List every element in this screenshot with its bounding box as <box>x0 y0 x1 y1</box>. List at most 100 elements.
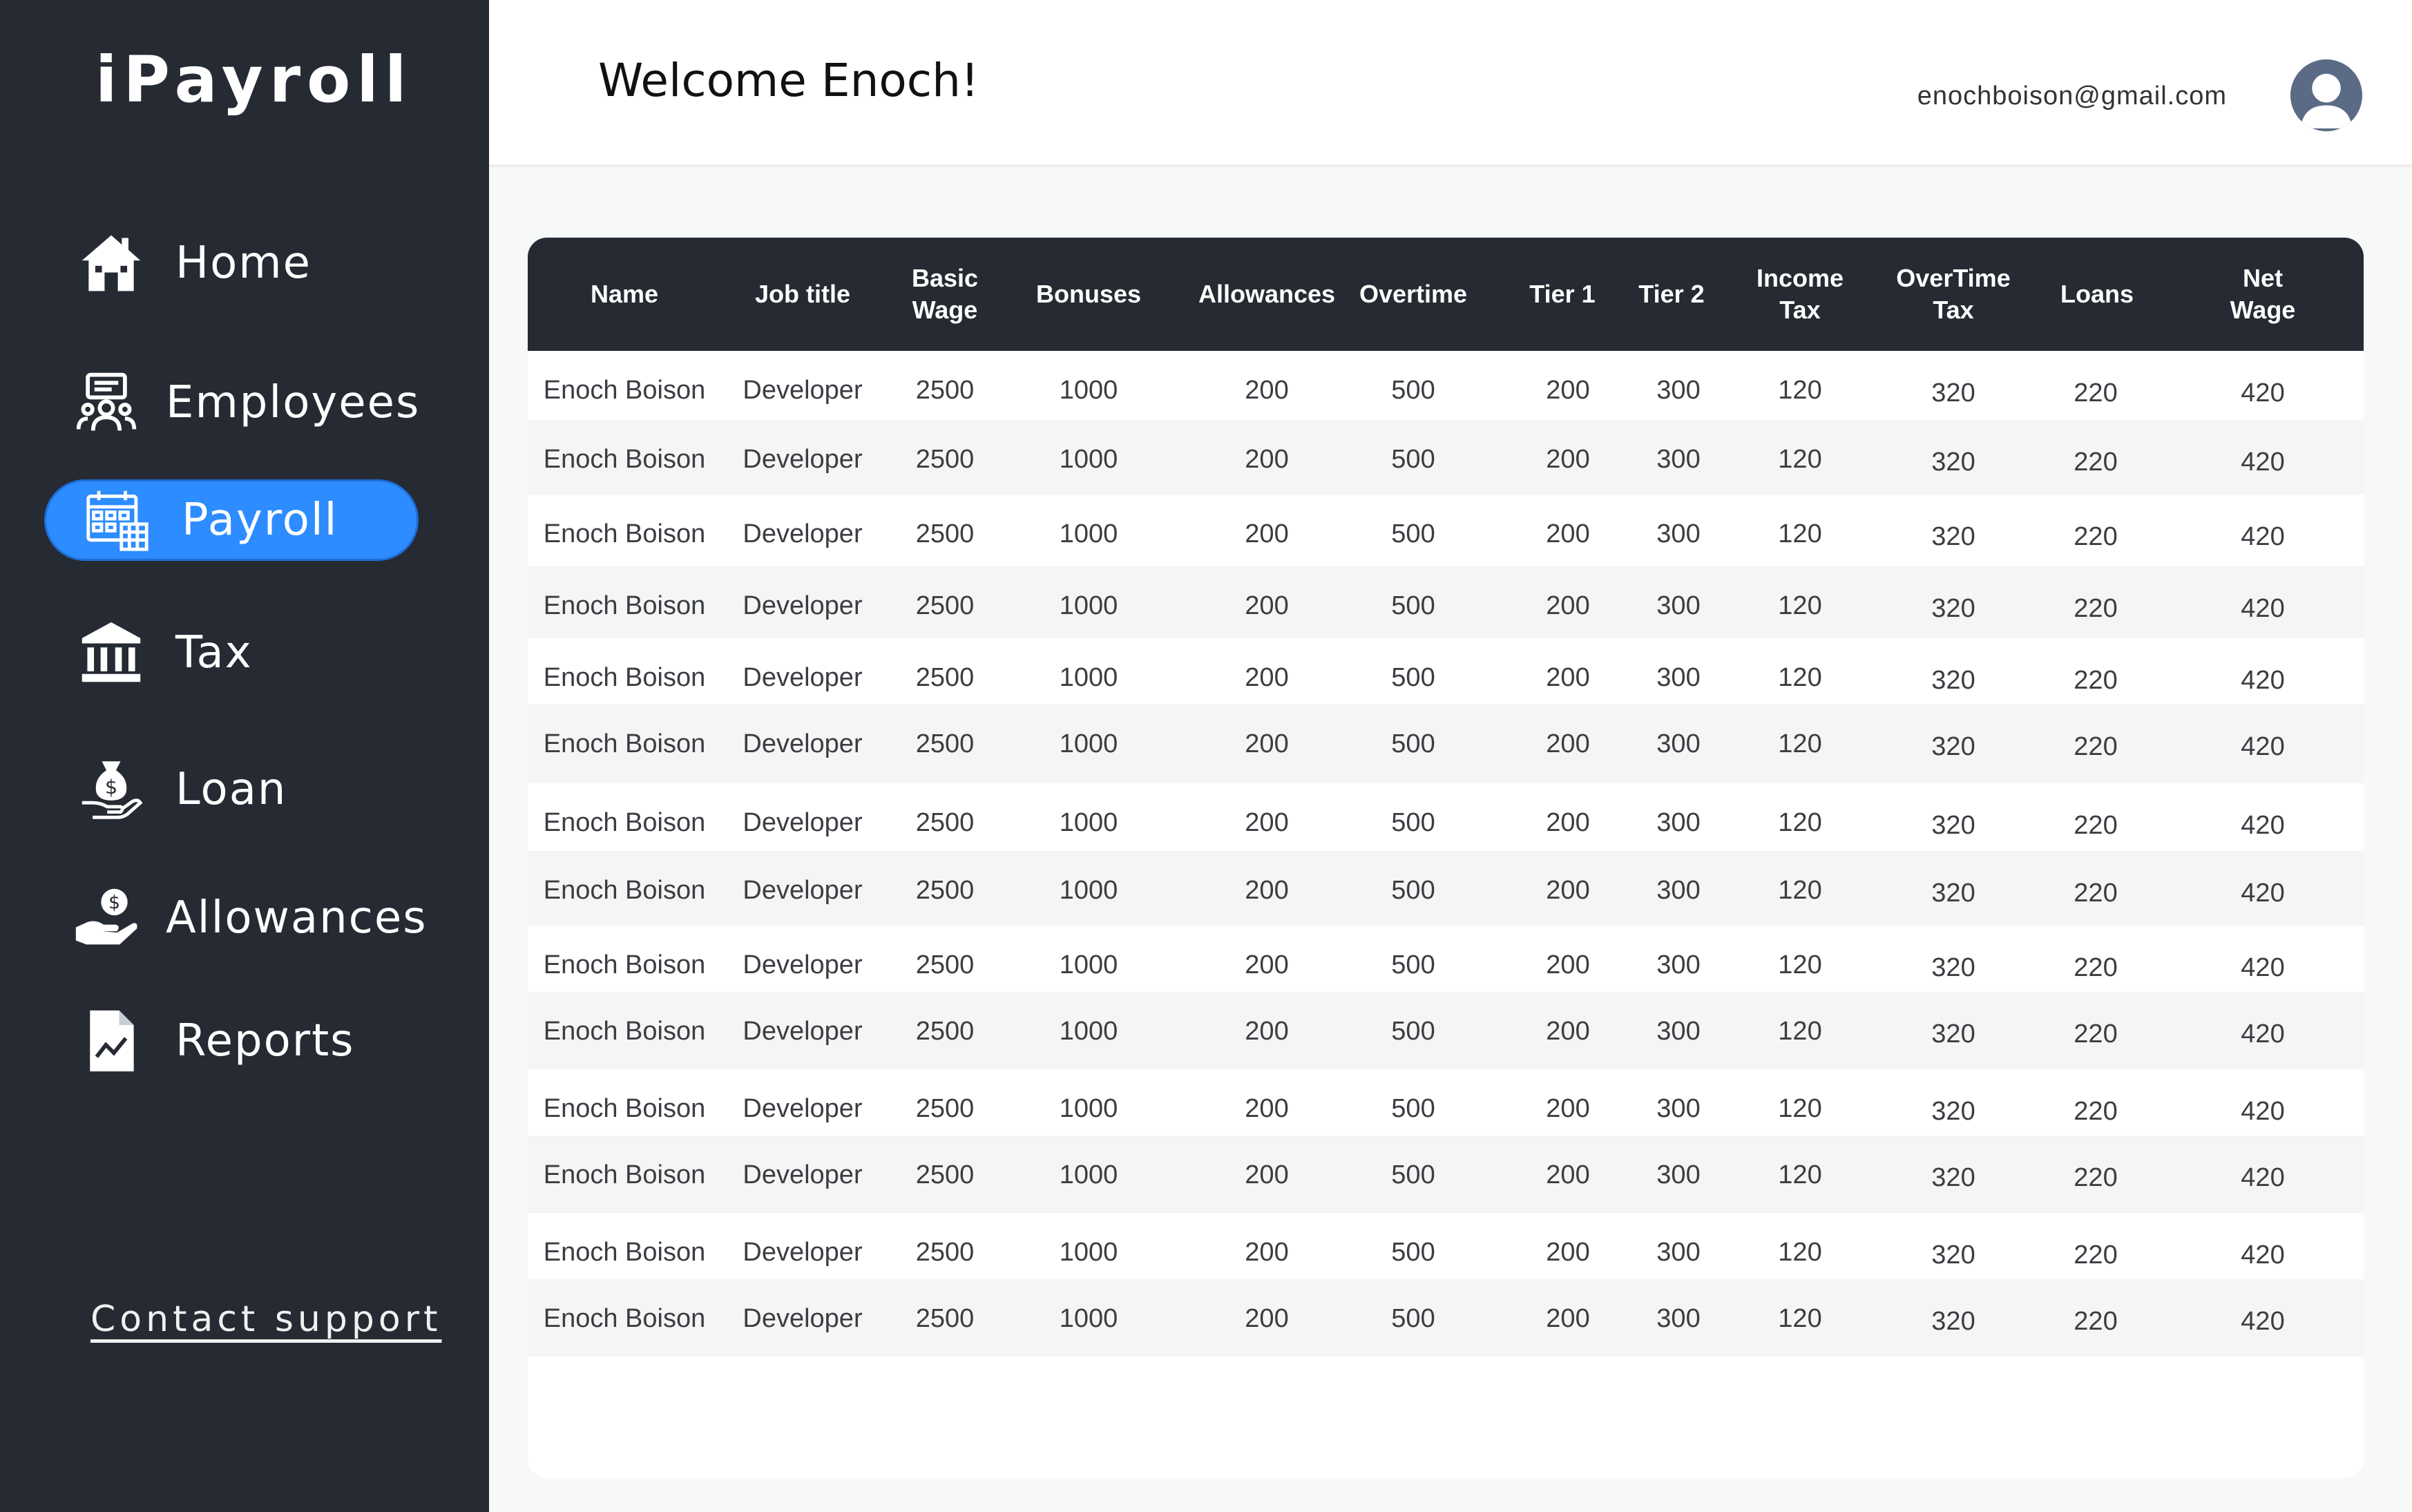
cell-basic-wage: 2500 <box>915 1238 975 1267</box>
cell-overtime: 500 <box>1391 1094 1435 1123</box>
table-row[interactable]: Enoch Boison Developer 2500 1000 200 500 200 30… <box>528 1136 2364 1213</box>
column-header-allowances: Allowances <box>1198 280 1336 308</box>
cell-loans: 220 <box>2074 811 2118 840</box>
cell-allowances: 200 <box>1245 519 1289 548</box>
cell-tier-1: 200 <box>1546 1017 1590 1046</box>
cell-tier-2: 300 <box>1656 591 1701 620</box>
cell-net-wage: 420 <box>2241 1307 2285 1336</box>
column-header-tier-2: Tier 2 <box>1638 280 1705 308</box>
table-row[interactable]: Enoch Boison Developer 2500 1000 200 500 200 30… <box>528 926 2364 992</box>
cell-overtime-tax: 320 <box>1931 1307 1975 1336</box>
table-row[interactable]: Enoch Boison Developer 2500 1000 200 500 200 30… <box>528 1213 2364 1279</box>
cell-income-tax: 120 <box>1778 729 1822 758</box>
cell-bonuses: 1000 <box>1059 1160 1118 1189</box>
cell-income-tax: 120 <box>1778 950 1822 979</box>
payroll-table: Name Job title Basic Wage Bonuses Allowances… <box>528 238 2364 1478</box>
table-row[interactable]: Enoch Boison Developer 2500 1000 200 500 200 30… <box>528 992 2364 1069</box>
cell-loans: 220 <box>2074 953 2118 982</box>
cell-tier-1: 200 <box>1546 729 1590 758</box>
cell-job-title: Developer <box>743 519 863 548</box>
cell-income-tax: 120 <box>1778 1304 1822 1333</box>
cell-loans: 220 <box>2074 732 2118 761</box>
cell-loans: 220 <box>2074 666 2118 695</box>
cell-allowances: 200 <box>1245 663 1289 692</box>
cell-tier-2: 300 <box>1656 950 1701 979</box>
calendar-icon <box>79 482 155 558</box>
cell-bonuses: 1000 <box>1059 376 1118 405</box>
cell-basic-wage: 2500 <box>915 591 975 620</box>
cell-job-title: Developer <box>743 808 863 837</box>
cell-loans: 220 <box>2074 879 2118 908</box>
cell-loans: 220 <box>2074 522 2118 551</box>
sidebar-item-reports[interactable]: Reports <box>44 1000 419 1082</box>
cell-overtime-tax: 320 <box>1931 448 1975 477</box>
cell-allowances: 200 <box>1245 876 1289 905</box>
cell-tier-1: 200 <box>1546 663 1590 692</box>
cell-loans: 220 <box>2074 1163 2118 1192</box>
bank-icon <box>73 615 149 691</box>
cell-name: Enoch Boison <box>543 591 706 620</box>
employees-icon <box>73 365 140 441</box>
sidebar-item-label: Payroll <box>182 495 338 546</box>
cell-tier-2: 300 <box>1656 663 1701 692</box>
contact-support-link[interactable]: Contact support <box>90 1299 442 1340</box>
cell-basic-wage: 2500 <box>915 950 975 979</box>
table-row[interactable]: Enoch Boison Developer 2500 1000 200 500 200 30… <box>528 851 2364 926</box>
sidebar-item-employees[interactable]: Employees <box>44 362 419 443</box>
sidebar-item-home[interactable]: Home <box>44 222 419 304</box>
table-row[interactable]: Enoch Boison Developer 2500 1000 200 500 200 30… <box>528 638 2364 705</box>
cell-net-wage: 420 <box>2241 732 2285 761</box>
sidebar-item-allowances[interactable]: $ Allowances <box>44 877 426 959</box>
sidebar-item-tax[interactable]: Tax <box>44 612 419 693</box>
cell-overtime-tax: 320 <box>1931 522 1975 551</box>
table-header: Name Job title Basic Wage Bonuses Allowances… <box>528 238 2364 351</box>
cell-allowances: 200 <box>1245 445 1289 474</box>
cell-overtime: 500 <box>1391 729 1435 758</box>
cell-name: Enoch Boison <box>543 1094 706 1123</box>
table-row[interactable]: Enoch Boison Developer 2500 1000 200 500 200 30… <box>528 495 2364 566</box>
cell-overtime-tax: 320 <box>1931 1097 1975 1126</box>
svg-text:$: $ <box>108 892 120 914</box>
cell-overtime-tax: 320 <box>1931 1241 1975 1270</box>
table-row[interactable]: Enoch Boison Developer 2500 1000 200 500 200 30… <box>528 566 2364 638</box>
sidebar-item-loan[interactable]: $ Loan <box>44 749 419 830</box>
cell-name: Enoch Boison <box>543 519 706 548</box>
cell-tier-2: 300 <box>1656 519 1701 548</box>
cell-job-title: Developer <box>743 445 863 474</box>
cell-net-wage: 420 <box>2241 594 2285 623</box>
table-row[interactable]: Enoch Boison Developer 2500 1000 200 500 200 30… <box>528 1069 2364 1136</box>
home-icon <box>73 225 149 301</box>
table-row[interactable]: Enoch Boison Developer 2500 1000 200 500 200 30… <box>528 705 2364 783</box>
table-row[interactable]: Enoch Boison Developer 2500 1000 200 500 200 30… <box>528 420 2364 495</box>
avatar[interactable] <box>2290 59 2362 131</box>
cell-allowances: 200 <box>1245 1238 1289 1267</box>
cell-net-wage: 420 <box>2241 379 2285 408</box>
table-row[interactable]: Enoch Boison Developer 2500 1000 200 500 200 30… <box>528 351 2364 420</box>
cell-allowances: 200 <box>1245 808 1289 837</box>
cell-name: Enoch Boison <box>543 950 706 979</box>
sidebar-item-payroll[interactable]: Payroll <box>44 479 419 561</box>
cell-overtime-tax: 320 <box>1931 879 1975 908</box>
cell-tier-1: 200 <box>1546 376 1590 405</box>
coin-hand-icon: $ <box>73 880 140 956</box>
table-row[interactable]: Enoch Boison Developer 2500 1000 200 500 200 30… <box>528 1279 2364 1357</box>
cell-basic-wage: 2500 <box>915 876 975 905</box>
cell-basic-wage: 2500 <box>915 1160 975 1189</box>
cell-basic-wage: 2500 <box>915 445 975 474</box>
column-header-basic-wage: Basic Wage <box>911 264 979 324</box>
cell-overtime-tax: 320 <box>1931 666 1975 695</box>
column-header-job-title: Job title <box>754 280 850 308</box>
cell-tier-1: 200 <box>1546 876 1590 905</box>
cell-basic-wage: 2500 <box>915 519 975 548</box>
cell-name: Enoch Boison <box>543 376 706 405</box>
cell-net-wage: 420 <box>2241 953 2285 982</box>
cell-tier-2: 300 <box>1656 876 1701 905</box>
column-header-overtime: Overtime <box>1359 280 1468 308</box>
cell-job-title: Developer <box>743 1094 863 1123</box>
column-header-overtime-tax: OverTime Tax <box>1896 264 2011 324</box>
cell-tier-1: 200 <box>1546 1094 1590 1123</box>
cell-allowances: 200 <box>1245 950 1289 979</box>
cell-tier-2: 300 <box>1656 729 1701 758</box>
app-logo: iPayroll <box>95 43 413 117</box>
table-row[interactable]: Enoch Boison Developer 2500 1000 200 500 200 30… <box>528 783 2364 851</box>
